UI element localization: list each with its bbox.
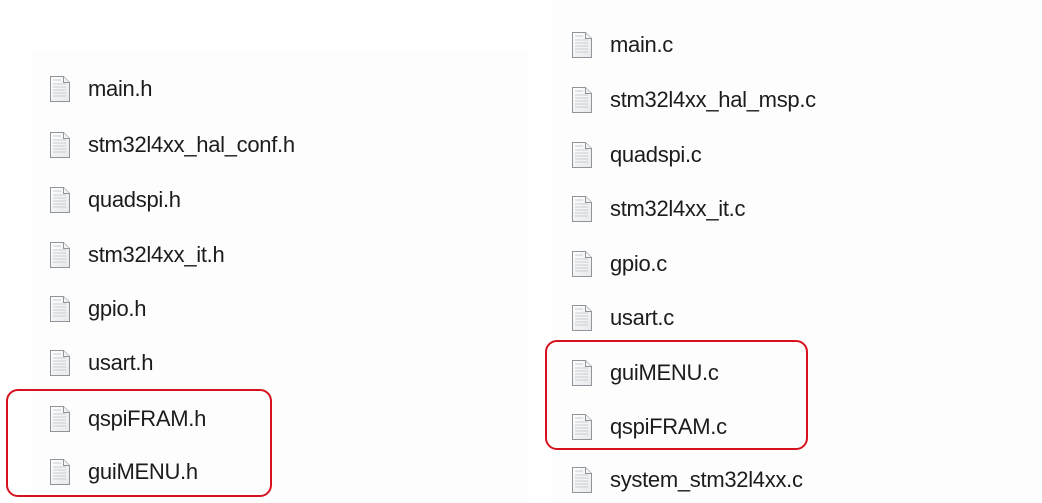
highlight-box-header-files bbox=[6, 389, 272, 497]
text-file-icon bbox=[572, 251, 592, 277]
text-file-icon bbox=[50, 187, 70, 213]
file-name: quadspi.h bbox=[88, 187, 181, 212]
file-name: stm32l4xx_hal_msp.c bbox=[610, 87, 816, 112]
file-item-stm32l4xx-hal-conf-h[interactable]: stm32l4xx_hal_conf.h bbox=[50, 126, 295, 164]
text-file-icon bbox=[572, 196, 592, 222]
file-name: stm32l4xx_it.h bbox=[88, 242, 225, 267]
file-name: gpio.c bbox=[610, 251, 667, 276]
file-name: usart.c bbox=[610, 305, 674, 330]
file-name: stm32l4xx_it.c bbox=[610, 196, 746, 221]
file-item-stm32l4xx-hal-msp-c[interactable]: stm32l4xx_hal_msp.c bbox=[572, 81, 816, 119]
file-item-usart-c[interactable]: usart.c bbox=[572, 299, 674, 337]
file-item-system-stm32l4xx-c[interactable]: system_stm32l4xx.c bbox=[572, 461, 803, 499]
text-file-icon bbox=[572, 142, 592, 168]
file-item-quadspi-h[interactable]: quadspi.h bbox=[50, 181, 181, 219]
text-file-icon bbox=[572, 305, 592, 331]
text-file-icon bbox=[50, 132, 70, 158]
file-name: quadspi.c bbox=[610, 142, 702, 167]
text-file-icon bbox=[50, 296, 70, 322]
file-item-gpio-h[interactable]: gpio.h bbox=[50, 290, 146, 328]
file-name: stm32l4xx_hal_conf.h bbox=[88, 132, 295, 157]
text-file-icon bbox=[572, 32, 592, 58]
highlight-box-source-files bbox=[545, 340, 808, 450]
file-item-main-c[interactable]: main.c bbox=[572, 26, 673, 64]
file-name: main.c bbox=[610, 32, 673, 57]
file-name: gpio.h bbox=[88, 296, 147, 321]
file-item-stm32l4xx-it-h[interactable]: stm32l4xx_it.h bbox=[50, 236, 225, 274]
text-file-icon bbox=[50, 350, 70, 376]
file-item-usart-h[interactable]: usart.h bbox=[50, 344, 153, 382]
file-name: system_stm32l4xx.c bbox=[610, 467, 803, 492]
text-file-icon bbox=[50, 242, 70, 268]
file-item-quadspi-c[interactable]: quadspi.c bbox=[572, 136, 702, 174]
file-name: usart.h bbox=[88, 350, 154, 375]
file-item-stm32l4xx-it-c[interactable]: stm32l4xx_it.c bbox=[572, 190, 745, 228]
file-item-main-h[interactable]: main.h bbox=[50, 70, 153, 108]
file-name: main.h bbox=[88, 76, 153, 101]
file-item-gpio-c[interactable]: gpio.c bbox=[572, 245, 667, 283]
text-file-icon bbox=[572, 467, 592, 493]
text-file-icon bbox=[572, 87, 592, 113]
text-file-icon bbox=[50, 76, 70, 102]
